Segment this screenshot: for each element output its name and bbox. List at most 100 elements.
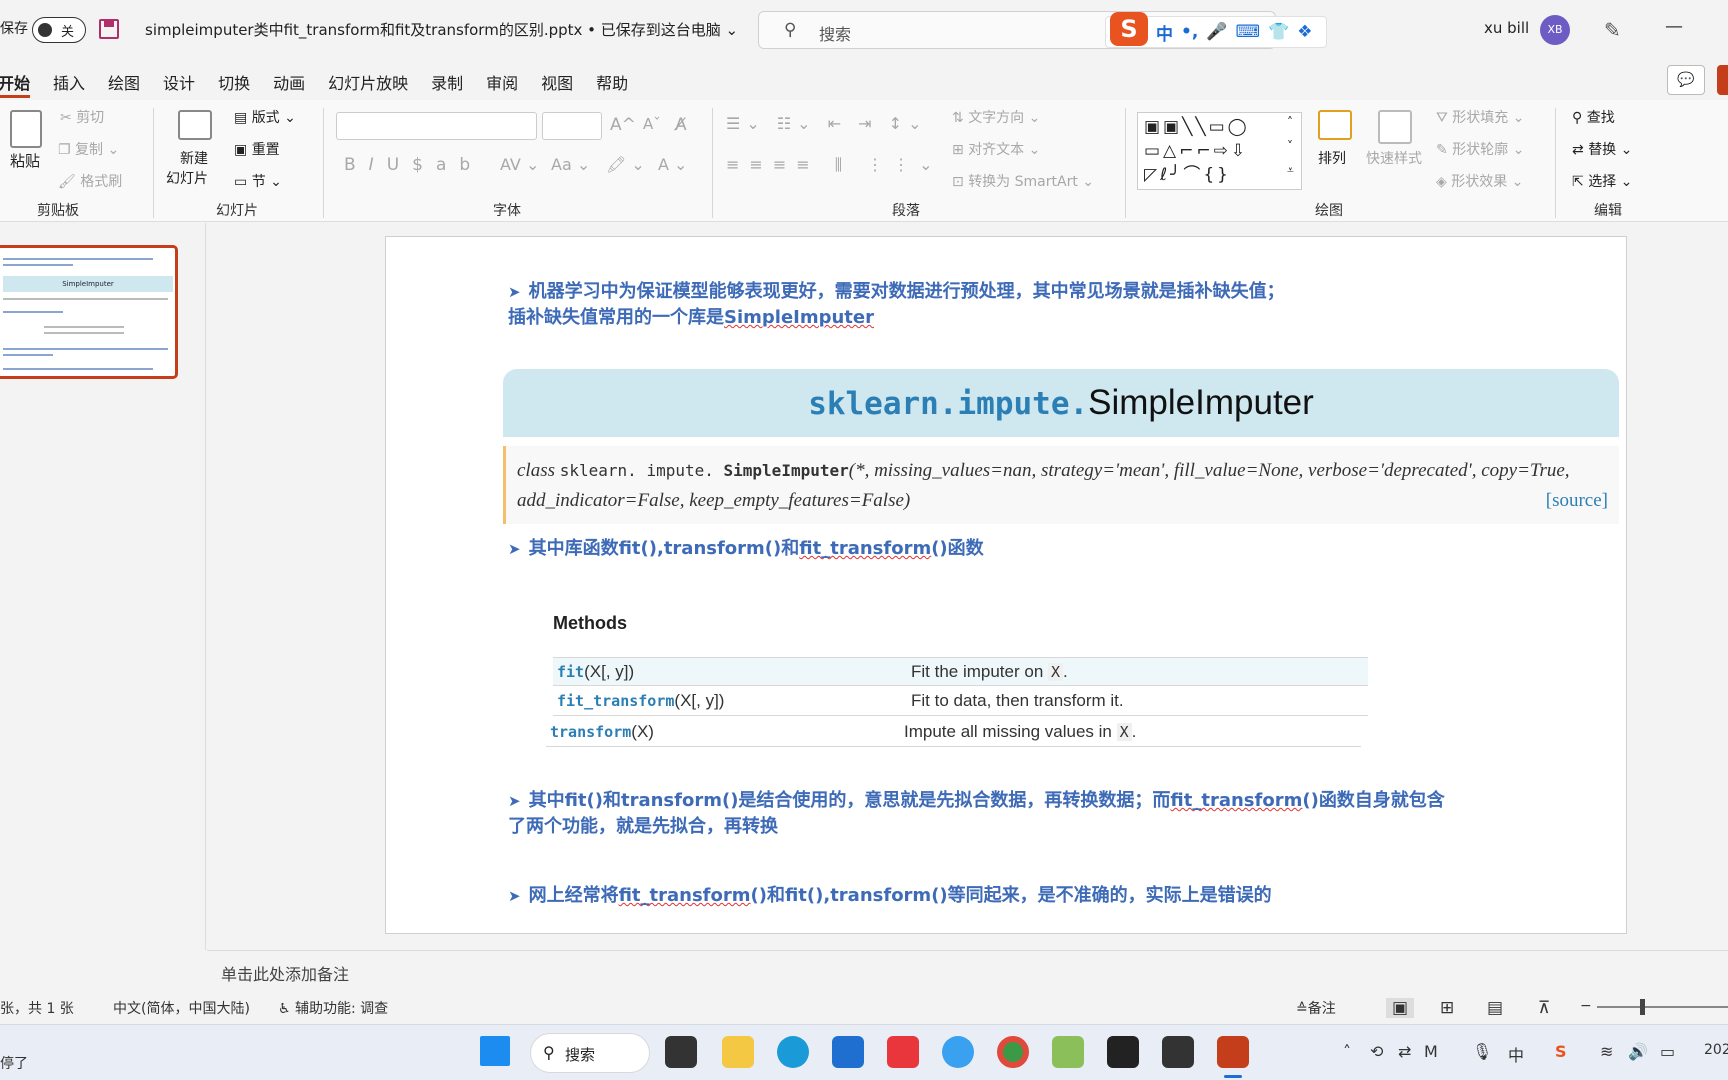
cut-button[interactable]: ✂ 剪切 (60, 107, 104, 127)
font-color-icon[interactable]: A ⌄ (658, 155, 687, 174)
taskbar-search[interactable]: ⚲ 搜索 (530, 1033, 650, 1073)
shape-outline-button[interactable]: ✎ 形状轮廓 ⌄ (1436, 139, 1524, 159)
slideshow-view-icon[interactable]: ⊼ (1538, 998, 1550, 1018)
microphone-icon[interactable]: 🎤 (1206, 22, 1227, 42)
shape-effects-button[interactable]: ◈ 形状效果 ⌄ (1436, 171, 1523, 191)
robot-app-icon[interactable] (1162, 1036, 1194, 1068)
ime-toolbar[interactable]: S 中 •, 🎤 ⌨ 👕 ❖ (1105, 12, 1327, 48)
text-direction-button[interactable]: ⇅ 文字方向 ⌄ (952, 107, 1040, 127)
replace-button[interactable]: ⇄ 替换 ⌄ (1572, 139, 1632, 159)
font-family-select[interactable] (336, 112, 537, 140)
huawei-app-icon[interactable] (887, 1036, 919, 1068)
tab-design[interactable]: 设计 (163, 62, 195, 98)
gallery-scroll-icon[interactable]: ˄ ˅ ⩡ (1287, 110, 1294, 182)
edge-icon[interactable] (777, 1036, 809, 1068)
clock-year[interactable]: 202 (1704, 1042, 1728, 1058)
volume-icon[interactable]: 🔊 (1628, 1042, 1648, 1061)
microphone-tray-icon[interactable]: 🎙 (1472, 1042, 1492, 1061)
minimize-icon[interactable]: — (1665, 16, 1683, 37)
tab-draw[interactable]: 绘图 (108, 62, 140, 98)
ime-tray-icon[interactable]: 中 (1508, 1042, 1524, 1066)
char-spacing-icon[interactable]: AV ⌄ (500, 155, 539, 174)
bullet-2[interactable]: ➤ 其中库函数fit(),transform()和fit_transform()函… (508, 536, 984, 562)
sogou-tray-icon[interactable]: S (1555, 1042, 1567, 1061)
format-painter-button[interactable]: 🖌 格式刷 (58, 171, 122, 191)
notes-button[interactable]: ≙备注 (1296, 998, 1336, 1018)
arrange-icon[interactable] (1318, 110, 1352, 140)
user-name[interactable]: xu bill (1484, 19, 1529, 37)
pen-icon[interactable]: ✎ (1604, 18, 1621, 42)
arrange-button[interactable]: 排列 (1318, 148, 1346, 168)
zoom-slider[interactable] (1597, 1006, 1728, 1008)
terminal-icon[interactable] (1107, 1036, 1139, 1068)
language-status[interactable]: 中文(简体，中国大陆) (113, 998, 250, 1018)
tab-transitions[interactable]: 切换 (218, 62, 250, 98)
shapes-gallery[interactable]: ▣▣╲╲▭◯ ▭△⌐⌐⇨⇩ ◸ℓ╯⌒{} (1137, 112, 1302, 190)
new-slide-button-line1[interactable]: 新建 (180, 148, 208, 168)
sogou-logo-icon[interactable]: S (1110, 12, 1148, 46)
avatar[interactable]: XB (1540, 15, 1570, 45)
reset-button[interactable]: ▣ 重置 (234, 139, 280, 159)
new-slide-icon[interactable] (178, 110, 212, 140)
keyboard-icon[interactable]: ⌨ (1236, 22, 1261, 42)
cloud-icon[interactable] (942, 1036, 974, 1068)
zoom-out-icon[interactable]: − (1580, 998, 1592, 1014)
quick-styles-icon[interactable] (1378, 110, 1412, 144)
tab-review[interactable]: 审阅 (486, 62, 518, 98)
increase-font-icon[interactable]: A^ (610, 115, 636, 135)
chrome-icon[interactable] (997, 1036, 1029, 1068)
settings-tray-icon[interactable]: ⇄ (1398, 1042, 1411, 1061)
paste-button[interactable]: 粘贴 (10, 150, 40, 171)
paste-icon[interactable] (10, 110, 42, 148)
font-format-icons[interactable]: BIU$ab (344, 155, 483, 175)
tab-help[interactable]: 帮助 (596, 62, 628, 98)
battery-icon[interactable]: ▭ (1660, 1042, 1675, 1061)
bullet-1[interactable]: ➤ 机器学习中为保证模型能够表现更好，需要对数据进行预处理，其中常见场景就是插补缺… (508, 279, 1285, 330)
find-button[interactable]: ⚲ 查找 (1572, 107, 1615, 127)
powerpoint-icon[interactable] (1217, 1036, 1249, 1068)
file-explorer-icon[interactable] (722, 1036, 754, 1068)
slide-thumbnail[interactable]: SimpleImputer (0, 245, 178, 379)
normal-view-icon[interactable]: ▣ (1386, 998, 1415, 1018)
align-icons[interactable]: ≡≡≡≡ ⫼ ⋮⋮⌄ (726, 155, 943, 175)
apps-icon[interactable]: ❖ (1297, 22, 1312, 42)
slide-canvas[interactable]: ➤ 机器学习中为保证模型能够表现更好，需要对数据进行预处理，其中常见场景就是插补缺… (385, 236, 1627, 934)
copy-button[interactable]: ❐ 复制 ⌄ (58, 139, 119, 159)
zoom-slider-thumb[interactable] (1640, 999, 1645, 1015)
align-text-button[interactable]: ⊞ 对齐文本 ⌄ (952, 139, 1040, 159)
tab-slideshow[interactable]: 幻灯片放映 (328, 62, 408, 98)
tab-home[interactable]: 开始 (0, 62, 31, 98)
mail-tray-icon[interactable]: M (1424, 1042, 1438, 1061)
wifi-icon[interactable]: ≋ (1600, 1042, 1613, 1061)
notes-pane[interactable]: 单击此处添加备注 (207, 950, 1728, 990)
document-title[interactable]: simpleimputer类中fit_transform和fit及transfo… (145, 19, 738, 40)
tab-record[interactable]: 录制 (431, 62, 463, 98)
clear-format-icon[interactable]: A̸ (675, 115, 687, 135)
sync-icon[interactable]: ⟲ (1370, 1042, 1383, 1061)
change-case-icon[interactable]: Aa ⌄ (551, 155, 590, 174)
save-icon[interactable] (99, 19, 119, 39)
highlight-icon[interactable]: 🖍 ⌄ (606, 155, 645, 174)
chinese-mode-icon[interactable]: 中 (1156, 20, 1173, 45)
windows-start-icon[interactable] (480, 1036, 510, 1066)
shape-fill-button[interactable]: ⛛ 形状填充 ⌄ (1436, 107, 1524, 127)
smartart-button[interactable]: ⊡ 转换为 SmartArt ⌄ (952, 171, 1094, 191)
font-size-select[interactable] (542, 112, 602, 140)
section-button[interactable]: ▭ 节 ⌄ (234, 171, 282, 191)
punctuation-icon[interactable]: •, (1181, 22, 1198, 42)
task-view-icon[interactable] (665, 1036, 697, 1068)
quick-styles-button[interactable]: 快速样式 (1366, 148, 1422, 168)
store-icon[interactable] (832, 1036, 864, 1068)
app-icon[interactable] (1052, 1036, 1084, 1068)
decrease-font-icon[interactable]: Aˇ (643, 115, 661, 133)
tab-view[interactable]: 视图 (541, 62, 573, 98)
skin-icon[interactable]: 👕 (1268, 22, 1289, 42)
select-button[interactable]: ⇱ 选择 ⌄ (1572, 171, 1632, 191)
tab-insert[interactable]: 插入 (53, 62, 85, 98)
reading-view-icon[interactable]: ▤ (1487, 998, 1503, 1018)
comments-button[interactable]: 💬 (1667, 65, 1705, 95)
layout-button[interactable]: ▤ 版式 ⌄ (234, 107, 296, 127)
bullet-3[interactable]: ➤ 其中fit()和transform()是结合使用的，意思就是先拟合数据，再转换… (508, 788, 1445, 839)
bullet-4[interactable]: ➤ 网上经常将fit_transform()和fit(),transform()等… (508, 883, 1272, 909)
new-slide-button-line2[interactable]: 幻灯片 (166, 168, 208, 188)
